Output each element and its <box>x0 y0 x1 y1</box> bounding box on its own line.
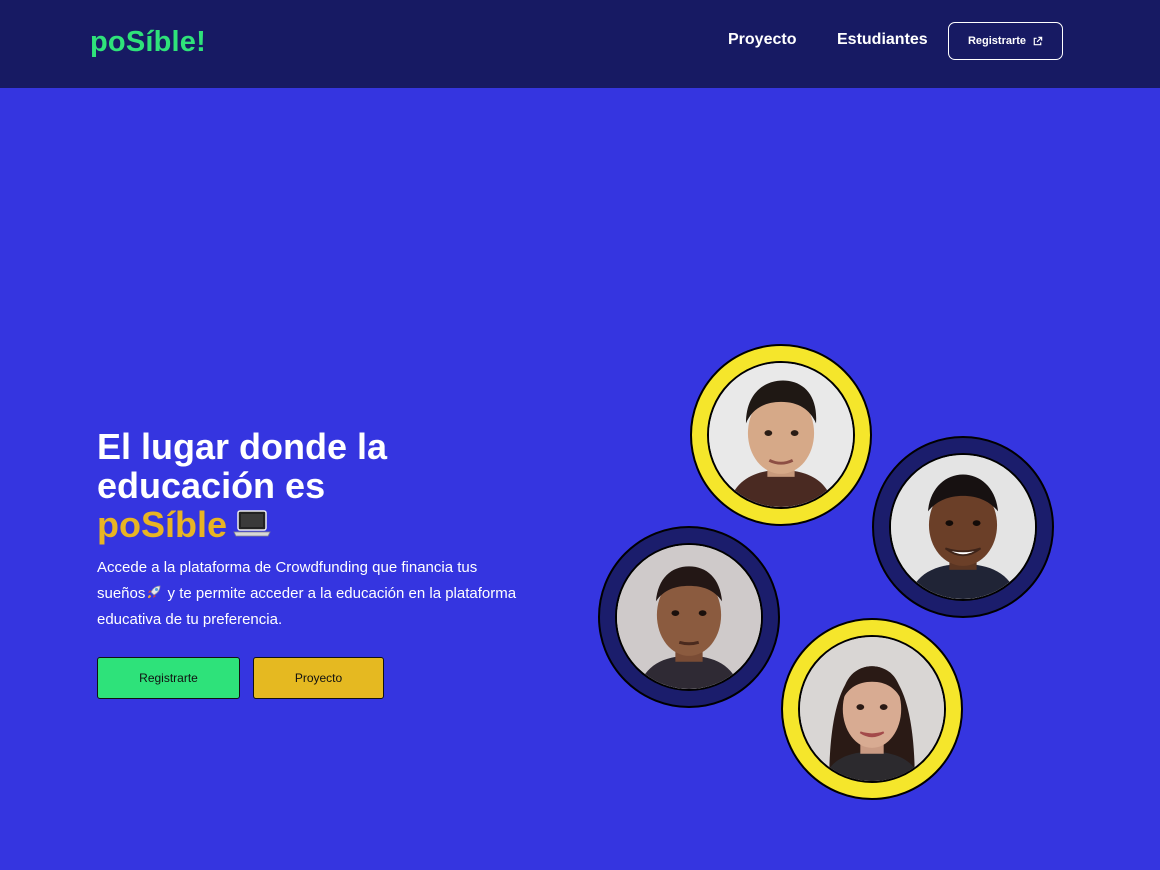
avatar-student-1 <box>707 361 855 509</box>
avatar-student-4 <box>798 635 946 783</box>
laptop-icon <box>233 510 271 537</box>
hero-title: El lugar donde la educación es poSíble <box>97 427 517 544</box>
external-link-icon <box>1033 36 1043 45</box>
person-icon <box>709 363 853 507</box>
hero-title-brand: poSíble <box>97 504 228 545</box>
hero-title-line1: El lugar donde la <box>97 426 388 467</box>
logo[interactable]: poSíble! <box>90 26 206 59</box>
nav-link-estudiantes[interactable]: Estudiantes <box>837 31 928 49</box>
hero-register-button[interactable]: Registrarte <box>97 657 240 699</box>
hero-title-line2: educación es <box>97 465 326 506</box>
avatar-ring-student-4 <box>781 618 963 800</box>
navbar: poSíble! Proyecto Estudiantes Registrart… <box>0 0 1160 88</box>
hero-project-button[interactable]: Proyecto <box>253 657 384 699</box>
avatar-ring-student-1 <box>690 344 872 526</box>
hero-description: Accede a la plataforma de Crowdfunding q… <box>97 555 517 633</box>
person-icon <box>891 455 1035 599</box>
nav-register-label: Registrarte <box>967 35 1027 47</box>
person-icon <box>800 637 944 781</box>
avatar-student-3 <box>615 543 763 691</box>
nav-register-button[interactable]: Registrarte <box>948 22 1063 60</box>
avatar-ring-student-3 <box>598 526 780 708</box>
avatar-ring-student-2 <box>872 436 1054 618</box>
rocket-icon <box>148 585 161 598</box>
nav-link-proyecto[interactable]: Proyecto <box>728 31 796 49</box>
avatar-student-2 <box>889 453 1037 601</box>
person-icon <box>617 545 761 689</box>
